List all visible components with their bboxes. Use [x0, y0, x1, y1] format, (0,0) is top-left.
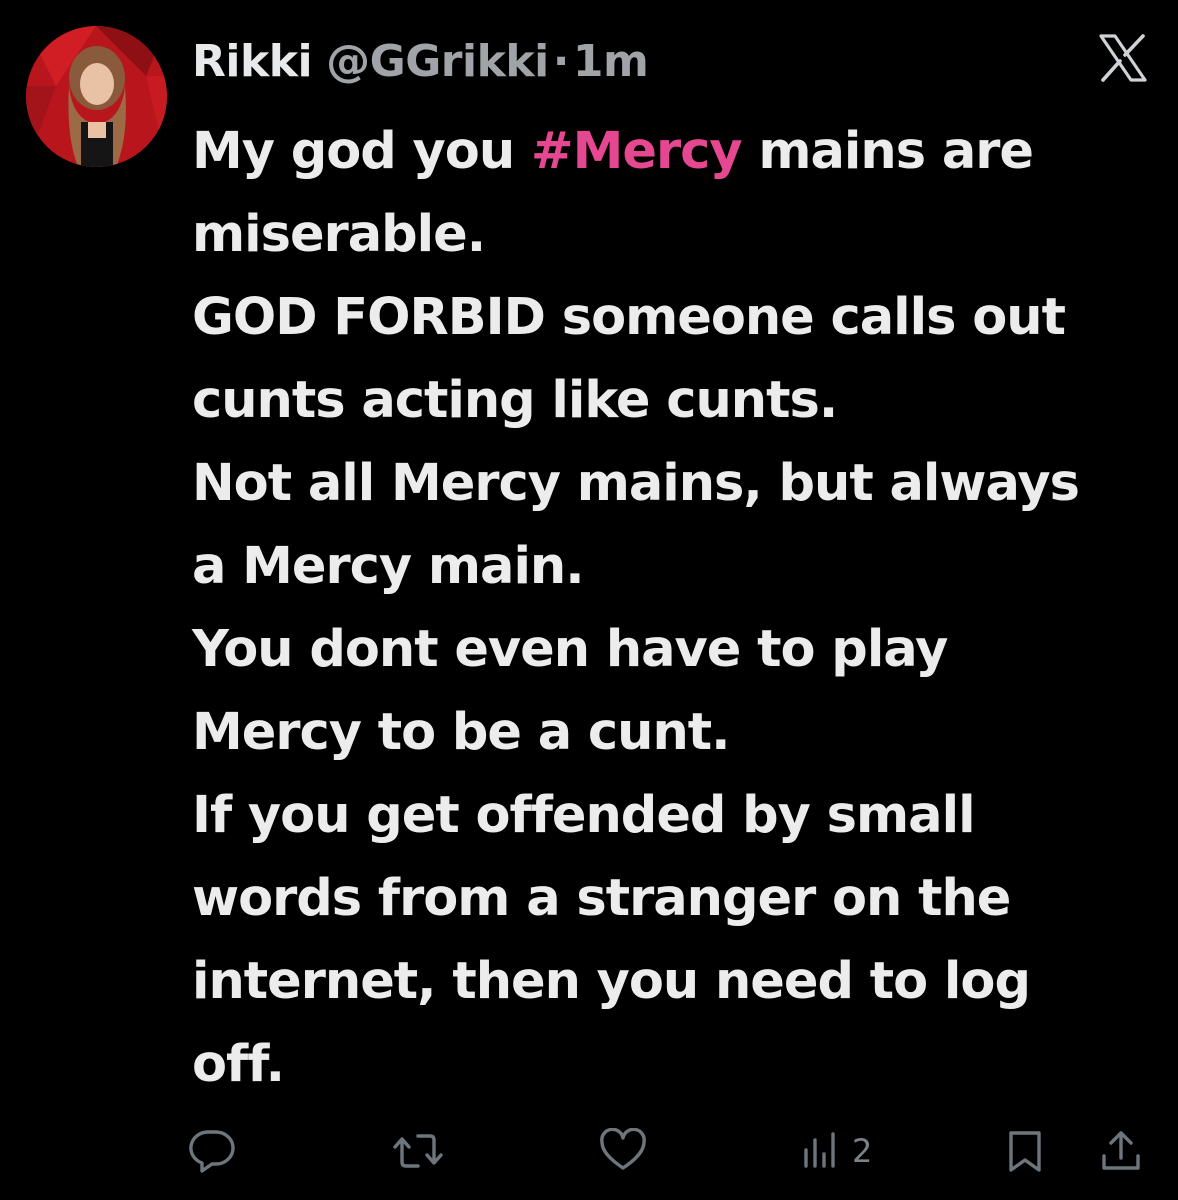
bookmark-icon — [1009, 1131, 1041, 1172]
bar-chart-icon — [804, 1132, 835, 1168]
like-button[interactable] — [598, 1128, 648, 1174]
avatar-image — [26, 26, 167, 167]
tweet-actions-bar: 2 — [0, 1128, 1178, 1178]
display-name[interactable]: Rikki — [192, 36, 313, 87]
tweet-line: You dont even have to play — [192, 620, 948, 679]
tweet-line: miserable. — [192, 205, 486, 264]
tweet-line: My god you #Mercy mains are — [192, 110, 1157, 193]
tweet-line: internet, then you need to log — [192, 952, 1031, 1011]
share-button[interactable] — [1098, 1128, 1144, 1174]
x-logo-icon — [1098, 34, 1148, 82]
tweet-text-segment: My god you — [192, 122, 531, 181]
views-count: 2 — [852, 1132, 873, 1170]
timestamp[interactable]: 1m — [573, 36, 649, 87]
bookmark-button[interactable] — [1005, 1128, 1045, 1174]
share-icon — [1102, 1131, 1140, 1170]
reply-button[interactable] — [188, 1128, 236, 1174]
tweet-line: words from a stranger on the — [192, 869, 1011, 928]
tweet-card: Rikki @GGrikki · 1m My god you #Mercy ma… — [0, 0, 1178, 1200]
tweet-line: Mercy to be a cunt. — [192, 703, 731, 762]
tweet-line: If you get offended by small — [192, 786, 976, 845]
avatar[interactable] — [26, 26, 167, 167]
tweet-line: cunts acting like cunts. — [192, 371, 838, 430]
heart-icon — [600, 1128, 646, 1170]
tweet-text-segment: mains are — [741, 122, 1034, 181]
user-handle[interactable]: @GGrikki — [326, 36, 549, 87]
retweet-icon — [393, 1134, 443, 1168]
tweet-text: My god you #Mercy mains are miserable. G… — [192, 110, 1157, 1106]
tweet-line: a Mercy main. — [192, 537, 585, 596]
tweet-line: off. — [192, 1035, 285, 1094]
separator-dot: · — [552, 35, 570, 87]
views-button[interactable]: 2 — [800, 1128, 872, 1174]
tweet-line: Not all Mercy mains, but always — [192, 454, 1080, 513]
tweet-header: Rikki @GGrikki · 1m — [192, 26, 649, 96]
speech-bubble-icon — [189, 1130, 235, 1173]
hashtag-link[interactable]: #Mercy — [531, 122, 743, 181]
retweet-button[interactable] — [392, 1128, 444, 1174]
tweet-line: GOD FORBID someone calls out — [192, 288, 1066, 347]
